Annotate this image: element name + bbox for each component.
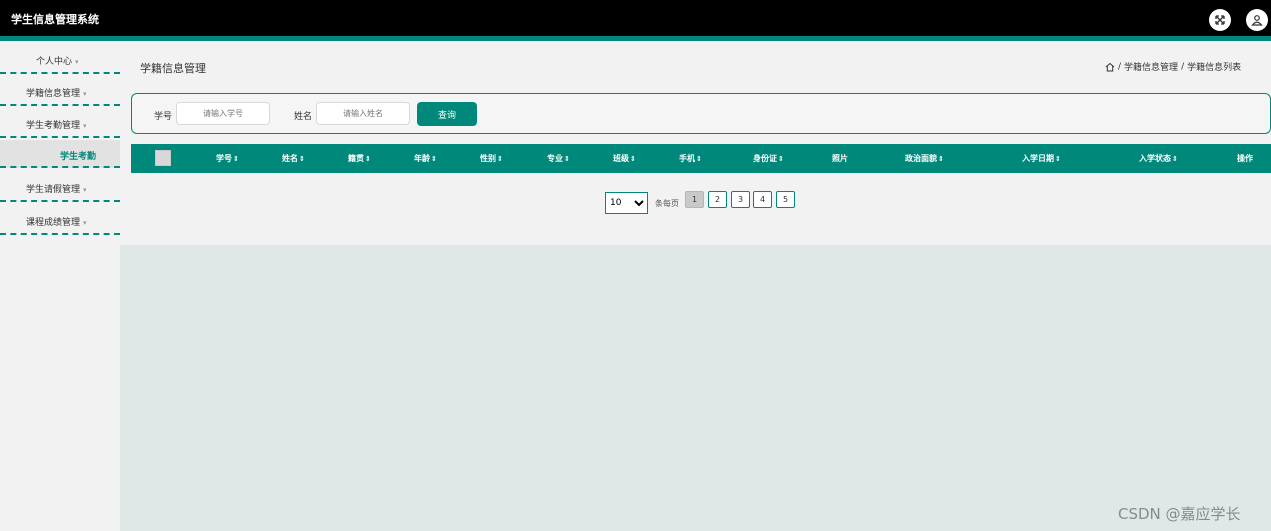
app-title: 学生信息管理系统 (11, 13, 99, 26)
home-icon[interactable] (1105, 62, 1115, 72)
name-label: 姓名 (294, 112, 313, 122)
column-header-enrollment-status[interactable]: 入学状态⇕ (1139, 153, 1178, 164)
caret-down-icon: ▾ (83, 186, 87, 194)
sidebar-item-label: 课程成绩管理 (26, 218, 81, 228)
accent-strip (0, 36, 1271, 41)
user-menu-button[interactable] (1246, 9, 1268, 31)
column-header-age[interactable]: 年龄⇕ (414, 153, 437, 164)
sort-icon: ⇕ (365, 155, 371, 163)
sidebar: 个人中心 ▾ 学籍信息管理 ▾ 学生考勤管理 ▾ 学生考勤 学生请假管理 ▾ 课程成绩管… (0, 41, 120, 531)
sidebar-item-label: 学生请假管理 (26, 185, 81, 195)
caret-down-icon: ▾ (83, 122, 87, 130)
top-bar: 学生信息管理系统 (0, 0, 1271, 36)
sort-icon: ⇕ (233, 155, 239, 163)
breadcrumb-item[interactable]: 学籍信息管理 (1124, 60, 1178, 73)
sort-icon: ⇕ (630, 155, 636, 163)
sort-icon: ⇕ (1055, 155, 1061, 163)
column-header-actions: 操作 (1237, 154, 1253, 163)
user-icon (1251, 15, 1263, 26)
sidebar-item-label: 个人中心 (36, 57, 73, 67)
column-header-phone[interactable]: 手机⇕ (679, 153, 702, 164)
page-button-5[interactable]: 5 (776, 191, 795, 208)
caret-down-icon: ▾ (75, 58, 79, 66)
per-page-label: 条每页 (655, 199, 679, 208)
column-header-enrollment-date[interactable]: 入学日期⇕ (1022, 153, 1061, 164)
watermark: CSDN @嘉应学长 (1118, 505, 1241, 523)
column-header-id-card[interactable]: 身份证⇕ (753, 153, 784, 164)
caret-down-icon: ▾ (83, 219, 87, 227)
sidebar-subitem-attendance[interactable]: 学生考勤 (0, 140, 120, 168)
sidebar-item-student-status[interactable]: 学籍信息管理 ▾ (0, 76, 120, 106)
sidebar-item-label: 学籍信息管理 (26, 89, 81, 99)
column-header-name[interactable]: 姓名⇕ (282, 153, 305, 164)
page-title: 学籍信息管理 (140, 62, 206, 75)
breadcrumb-item: 学籍信息列表 (1187, 63, 1242, 73)
sidebar-item-leave-management[interactable]: 学生请假管理 ▾ (0, 172, 120, 202)
student-id-label: 学号 (154, 112, 173, 122)
sidebar-item-label: 学生考勤 (60, 152, 97, 162)
sidebar-item-personal-center[interactable]: 个人中心 ▾ (0, 44, 120, 74)
sort-icon: ⇕ (696, 155, 702, 163)
page-size-select[interactable]: 10 (605, 192, 648, 214)
sort-icon: ⇕ (938, 155, 944, 163)
column-header-major[interactable]: 专业⇕ (547, 153, 570, 164)
page-button-4[interactable]: 4 (753, 191, 772, 208)
student-id-input[interactable] (176, 102, 270, 125)
column-header-student-id[interactable]: 学号⇕ (216, 153, 239, 164)
sidebar-item-course-grades[interactable]: 课程成绩管理 ▾ (0, 205, 120, 235)
sidebar-item-label: 学生考勤管理 (26, 121, 81, 131)
page-button-2[interactable]: 2 (708, 191, 727, 208)
fullscreen-icon (1215, 15, 1225, 25)
page-button-3[interactable]: 3 (731, 191, 750, 208)
column-header-political-status[interactable]: 政治面貌⇕ (905, 153, 944, 164)
column-header-native-place[interactable]: 籍贯⇕ (348, 153, 371, 164)
select-all-checkbox[interactable] (155, 150, 171, 166)
column-header-photo: 照片 (832, 154, 848, 163)
column-header-class[interactable]: 班级⇕ (613, 153, 636, 164)
breadcrumb-separator: / (1181, 61, 1185, 72)
sort-icon: ⇕ (431, 155, 437, 163)
table-header: 学号⇕ 姓名⇕ 籍贯⇕ 年龄⇕ 性别⇕ 专业⇕ 班级⇕ 手机⇕ 身份证⇕ 照片 … (131, 144, 1271, 173)
sort-icon: ⇕ (497, 155, 503, 163)
sort-icon: ⇕ (778, 155, 784, 163)
column-header-gender[interactable]: 性别⇕ (480, 153, 503, 164)
page-button-1[interactable]: 1 (685, 191, 704, 208)
sort-icon: ⇕ (299, 155, 305, 163)
sort-icon: ⇕ (1172, 155, 1178, 163)
name-input[interactable] (316, 102, 410, 125)
sort-icon: ⇕ (564, 155, 570, 163)
caret-down-icon: ▾ (83, 90, 87, 98)
content-area (120, 245, 1271, 531)
fullscreen-button[interactable] (1209, 9, 1231, 31)
sidebar-item-attendance-management[interactable]: 学生考勤管理 ▾ (0, 108, 120, 138)
breadcrumb: / 学籍信息管理 / 学籍信息列表 (1105, 60, 1241, 73)
search-panel: 学号 姓名 查询 (131, 93, 1271, 134)
breadcrumb-separator: / (1118, 61, 1122, 72)
search-button[interactable]: 查询 (417, 102, 477, 126)
